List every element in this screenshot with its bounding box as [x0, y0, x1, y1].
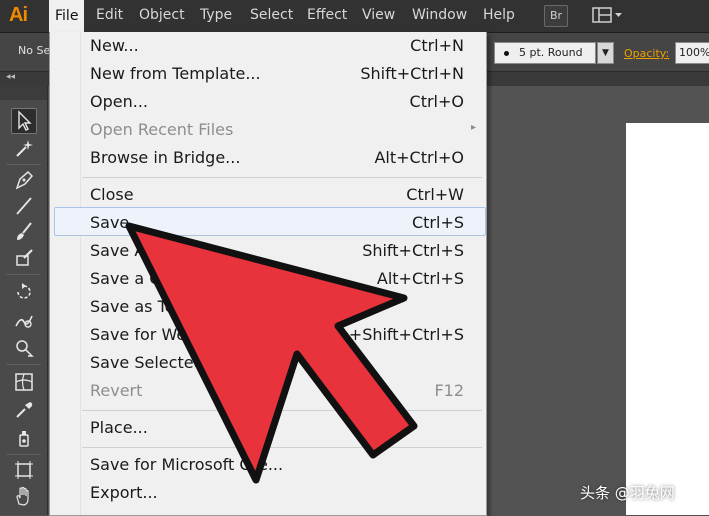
pen-icon[interactable] — [12, 168, 36, 192]
watermark: 头条 @羽兔网 — [580, 484, 675, 502]
menu-item-label: Open... — [90, 92, 148, 111]
menu-item-label: Save — [90, 213, 130, 232]
shape-builder-icon[interactable] — [12, 336, 36, 360]
brush-definition-select[interactable]: 5 pt. Round — [494, 42, 596, 64]
menu-item-export[interactable]: Export... — [50, 481, 486, 507]
menu-item-save-as-template[interactable]: Save as Te — [50, 295, 486, 321]
menu-item-label: Save a C — [90, 269, 161, 288]
menu-item-close[interactable]: Close Ctrl+W — [50, 183, 486, 209]
brush-dot-icon — [504, 51, 509, 56]
menu-separator — [82, 177, 482, 178]
layout-grid-icon — [592, 7, 622, 23]
menu-bar: Ai File Edit Object Type Select Effect V… — [0, 0, 709, 33]
menu-item-label: Open Recent Files — [90, 120, 234, 139]
paintbrush-icon[interactable] — [12, 220, 36, 244]
menu-item-new-from-template[interactable]: New from Template... Shift+Ctrl+N — [50, 62, 486, 88]
magic-wand-icon[interactable] — [12, 136, 36, 160]
warp-icon[interactable] — [12, 308, 36, 332]
menu-item-label: New from Template... — [90, 64, 261, 83]
menu-item-shortcut: +Shift+Ctrl+S — [348, 325, 464, 344]
menu-help[interactable]: Help — [483, 7, 515, 23]
menu-edit[interactable]: Edit — [96, 7, 123, 23]
menu-window[interactable]: Window — [412, 7, 467, 23]
menu-file[interactable]: File — [49, 0, 85, 32]
submenu-arrow-icon: ▸ — [470, 122, 476, 133]
menu-item-open[interactable]: Open... Ctrl+O — [50, 90, 486, 116]
menu-item-label: New... — [90, 36, 139, 55]
workspace-switcher[interactable] — [589, 5, 625, 25]
menu-item-browse-in-bridge[interactable]: Browse in Bridge... Alt+Ctrl+O — [50, 146, 486, 172]
menu-item-shortcut: Ctrl+O — [409, 92, 464, 111]
blob-brush-icon[interactable] — [12, 246, 36, 270]
menu-item-shortcut: Ctrl+W — [406, 185, 464, 204]
app-logo: Ai — [9, 4, 28, 26]
menu-select[interactable]: Select — [250, 7, 293, 23]
menu-item-save-for-web[interactable]: Save for We +Shift+Ctrl+S — [50, 323, 486, 349]
menu-item-shortcut: Ctrl+S — [411, 213, 464, 232]
menu-item-save-a-copy[interactable]: Save a C Alt+Ctrl+S — [50, 267, 486, 293]
symbol-sprayer-icon[interactable] — [12, 426, 36, 450]
menu-item-revert[interactable]: Revert F12 — [50, 379, 486, 405]
selection-arrow-icon[interactable] — [11, 108, 37, 134]
menu-item-save-selected-slices[interactable]: Save Selected — [50, 351, 486, 377]
menu-item-label: Revert — [90, 381, 143, 400]
menu-item-label: Save Selected — [90, 353, 204, 372]
menu-item-shortcut: Alt+Ctrl+S — [376, 269, 464, 288]
menu-item-shortcut: Alt+Ctrl+O — [374, 148, 464, 167]
rotate-icon[interactable] — [12, 280, 36, 304]
menu-item-save-as[interactable]: Save A Shift+Ctrl+S — [50, 239, 486, 265]
menu-item-label: Save for Microsoft O — [90, 455, 252, 474]
eyedropper-icon[interactable] — [12, 398, 36, 422]
menu-object[interactable]: Object — [139, 7, 185, 23]
menu-item-new[interactable]: New... Ctrl+N — [50, 34, 486, 60]
menu-item-label: Place... — [90, 418, 148, 437]
menu-separator — [82, 447, 482, 448]
menu-effect[interactable]: Effect — [307, 7, 347, 23]
menu-item-label-tail: e... — [258, 455, 284, 474]
menu-item-shortcut: F12 — [434, 381, 464, 400]
opacity-label[interactable]: Opacity: — [624, 47, 669, 60]
file-menu-dropdown: New... Ctrl+N New from Template... Shift… — [49, 32, 487, 516]
menu-item-place[interactable]: Place... — [50, 416, 486, 442]
artboard-canvas[interactable] — [626, 123, 709, 515]
menu-item-label: Browse in Bridge... — [90, 148, 241, 167]
menu-item-shortcut: Shift+Ctrl+N — [360, 64, 464, 83]
menu-item-label: Export... — [90, 483, 158, 502]
menu-item-label: Save for We — [90, 325, 187, 344]
menu-type[interactable]: Type — [200, 7, 232, 23]
hand-icon[interactable] — [12, 484, 36, 508]
menu-item-label: Save as Te — [90, 297, 175, 316]
chevron-down-icon[interactable]: ▼ — [597, 42, 614, 64]
menu-item-save[interactable]: Save Ctrl+S — [50, 211, 486, 237]
selection-status: No Se — [18, 44, 51, 57]
brush-label: 5 pt. Round — [519, 46, 583, 59]
collapse-icon[interactable]: ◂◂ — [6, 72, 15, 82]
artboard-icon[interactable] — [12, 458, 36, 482]
menu-item-label: Save A — [90, 241, 146, 260]
menu-item-label: Close — [90, 185, 134, 204]
menu-item-shortcut: Ctrl+N — [410, 36, 464, 55]
menu-view[interactable]: View — [362, 7, 395, 23]
tools-panel — [0, 86, 48, 515]
menu-separator — [82, 410, 482, 411]
menu-item-open-recent[interactable]: Open Recent Files ▸ — [50, 118, 486, 144]
tools-panel-header — [0, 86, 47, 100]
line-icon[interactable] — [12, 194, 36, 218]
opacity-input[interactable]: 100% — [675, 42, 709, 64]
menu-item-shortcut: Shift+Ctrl+S — [362, 241, 464, 260]
bridge-button[interactable]: Br — [544, 5, 568, 27]
gradient-mesh-icon[interactable] — [12, 370, 36, 394]
menu-item-save-for-microsoft-office[interactable]: Save for Microsoft O e... — [50, 453, 486, 479]
